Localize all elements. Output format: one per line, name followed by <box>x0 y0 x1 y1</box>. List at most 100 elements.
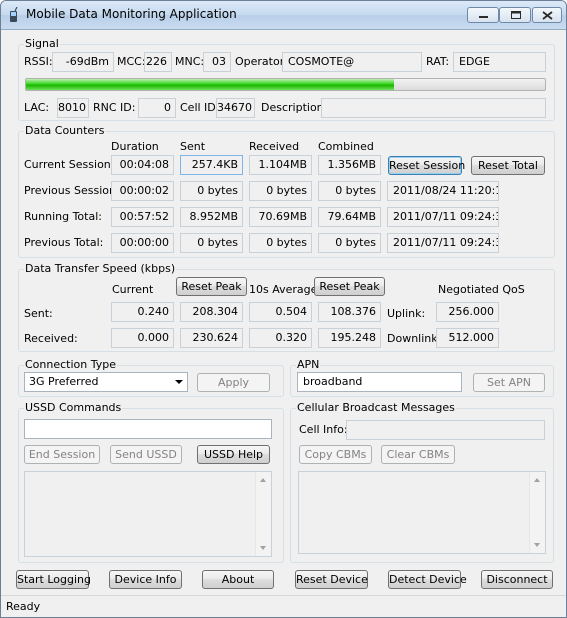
device-info-button[interactable]: Device Info <box>109 570 182 589</box>
description-field <box>321 98 546 118</box>
running-total-combined: 79.64MB <box>318 207 381 227</box>
previous-session-label: Previous Session: <box>24 184 120 197</box>
close-icon <box>542 11 553 20</box>
running-total-received: 70.69MB <box>249 207 312 227</box>
uplink-field: 256.000 <box>436 302 499 322</box>
minimize-icon <box>479 16 488 18</box>
previous-total-sent: 0 bytes <box>180 233 243 253</box>
apply-button[interactable]: Apply <box>197 373 270 392</box>
received-avg-speed: 0.320 <box>249 328 312 348</box>
detect-device-button[interactable]: Detect Device <box>388 570 467 589</box>
negotiated-qos-header: Negotiated QoS <box>438 283 525 296</box>
previous-session-received: 0 bytes <box>249 181 312 201</box>
rat-field: EDGE <box>453 52 546 72</box>
disconnect-button[interactable]: Disconnect <box>481 570 553 589</box>
running-total-date: 2011/07/11 09:24:36 <box>387 207 499 227</box>
end-session-button[interactable]: End Session <box>24 445 100 464</box>
start-logging-button[interactable]: Start Logging <box>16 570 91 589</box>
downlink-field: 512.000 <box>436 328 499 348</box>
operator-label: Operator: <box>235 55 288 68</box>
cbm-scrollbar[interactable] <box>529 472 545 553</box>
ussd-title: USSD Commands <box>24 401 123 414</box>
chevron-down-icon <box>175 380 183 384</box>
previous-total-combined: 0 bytes <box>318 233 381 253</box>
cbm-title: Cellular Broadcast Messages <box>296 401 456 414</box>
mnc-field: 03 <box>203 52 231 72</box>
rssi-field: -69dBm <box>52 52 114 72</box>
previous-session-date: 2011/08/24 11:20:18 <box>387 181 499 201</box>
previous-total-label: Previous Total: <box>24 236 104 249</box>
cell-id-field: 34670 <box>216 98 255 118</box>
minimize-button[interactable] <box>467 7 499 23</box>
reset-peak-button[interactable]: Reset Peak <box>176 277 247 296</box>
description-label: Description: <box>261 101 328 114</box>
signal-strength-bar <box>25 78 546 91</box>
scroll-up-icon[interactable] <box>534 478 540 482</box>
copy-cbms-button[interactable]: Copy CBMs <box>299 445 372 464</box>
scroll-up-icon[interactable] <box>260 478 266 482</box>
signal-strength-fill <box>26 79 394 90</box>
reset-device-button[interactable]: Reset Device <box>295 570 368 589</box>
uplink-label: Uplink: <box>387 307 426 320</box>
previous-session-sent: 0 bytes <box>180 181 243 201</box>
ussd-response-area[interactable] <box>24 471 272 557</box>
apn-input[interactable]: broadband <box>297 372 462 392</box>
send-ussd-button[interactable]: Send USSD <box>110 445 182 464</box>
current-duration: 00:04:08 <box>111 155 174 175</box>
current-session-label: Current Session: <box>24 158 115 171</box>
downlink-label: Downlink: <box>387 332 442 345</box>
scroll-down-icon[interactable] <box>534 543 540 547</box>
ussd-command-input[interactable] <box>24 419 272 439</box>
rat-label: RAT: <box>426 55 450 68</box>
clear-cbms-button[interactable]: Clear CBMs <box>381 445 455 464</box>
duration-header: Duration <box>111 140 159 153</box>
about-button[interactable]: About <box>202 570 274 589</box>
rnc-field: 0 <box>138 98 176 118</box>
sent-speed-label: Sent: <box>24 307 53 320</box>
reset-total-button[interactable]: Reset Total <box>471 156 545 175</box>
scroll-down-icon[interactable] <box>260 546 266 550</box>
current-speed-header: Current <box>112 283 154 296</box>
maximize-button[interactable] <box>499 7 531 23</box>
previous-total-duration: 00:00:00 <box>111 233 174 253</box>
ussd-help-button[interactable]: USSD Help <box>197 445 270 464</box>
rnc-label: RNC ID: <box>93 101 136 114</box>
set-apn-button[interactable]: Set APN <box>473 373 545 392</box>
running-total-label: Running Total: <box>24 210 102 223</box>
previous-session-duration: 00:00:02 <box>111 181 174 201</box>
running-total-sent: 8.952MB <box>180 207 243 227</box>
previous-session-combined: 0 bytes <box>318 181 381 201</box>
ussd-scrollbar[interactable] <box>255 472 271 556</box>
reset-session-button[interactable]: Reset Session <box>388 156 465 175</box>
current-received: 1.104MB <box>249 155 312 175</box>
combined-header: Combined <box>318 140 374 153</box>
connection-type-value: 3G Preferred <box>29 375 99 388</box>
avg-speed-header: 10s Average <box>249 283 318 296</box>
window-title: Mobile Data Monitoring Application <box>26 7 237 21</box>
mnc-label: MNC: <box>175 55 205 68</box>
connection-type-select[interactable]: 3G Preferred <box>24 372 188 392</box>
title-bar[interactable]: Mobile Data Monitoring Application <box>1 1 566 30</box>
mcc-label: MCC: <box>117 55 146 68</box>
current-combined: 1.356MB <box>318 155 381 175</box>
sent-current-speed: 0.240 <box>111 302 174 322</box>
apn-title: APN <box>296 358 321 371</box>
current-sent: 257.4KB <box>180 155 243 175</box>
status-text: Ready <box>6 600 41 613</box>
previous-total-received: 0 bytes <box>249 233 312 253</box>
cbm-messages-area[interactable] <box>298 471 546 554</box>
operator-field: COSMOTE@ <box>282 52 422 72</box>
maximize-icon <box>511 11 521 19</box>
received-speed-label: Received: <box>24 332 78 345</box>
rssi-label: RSSI: <box>24 55 53 68</box>
sent-header: Sent <box>180 140 206 153</box>
received-header: Received <box>249 140 300 153</box>
received-peak-speed: 230.624 <box>180 328 243 348</box>
received-current-speed: 0.000 <box>111 328 174 348</box>
close-button[interactable] <box>532 7 562 23</box>
running-total-duration: 00:57:52 <box>111 207 174 227</box>
connection-type-title: Connection Type <box>24 358 118 371</box>
status-bar: Ready <box>1 595 566 617</box>
sent-avg-speed: 0.504 <box>249 302 312 322</box>
reset-avg-peak-button[interactable]: Reset Peak <box>314 277 385 296</box>
